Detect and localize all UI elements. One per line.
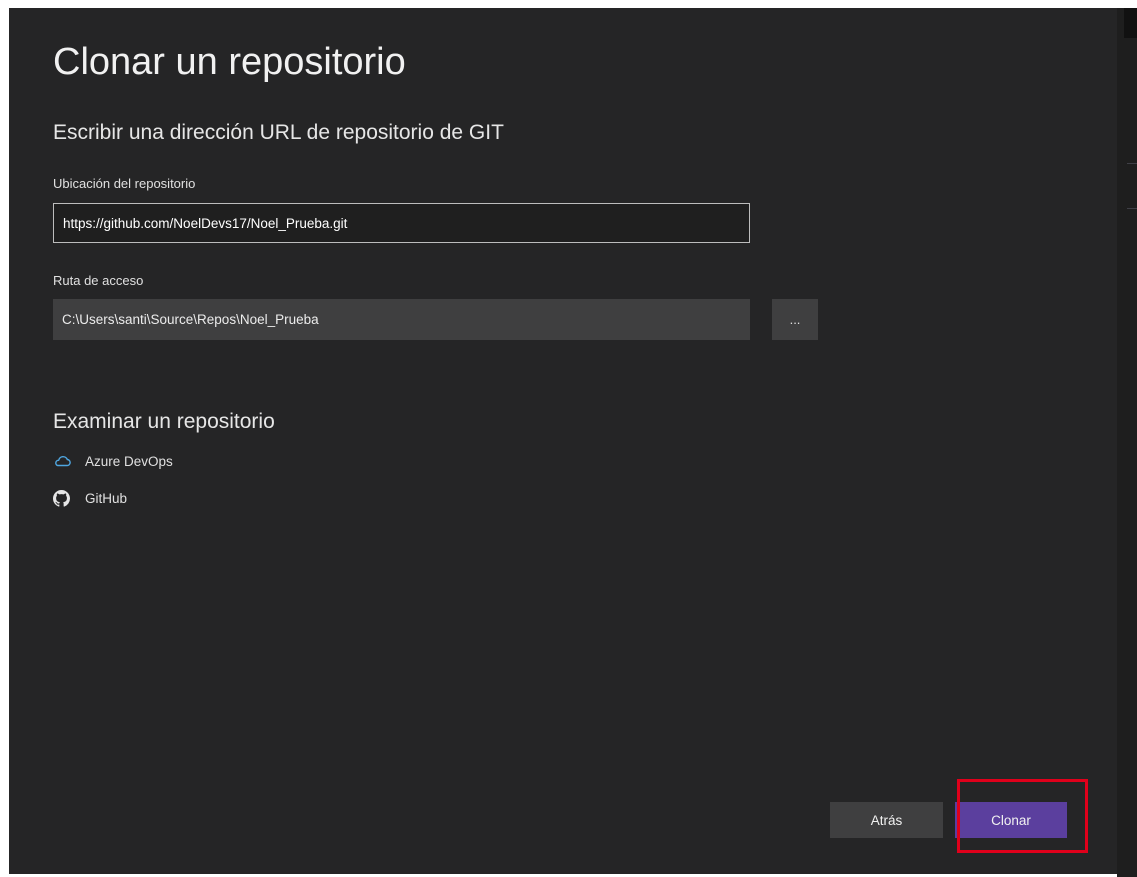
background-divider (1127, 163, 1137, 164)
background-divider (1127, 208, 1137, 209)
back-button[interactable]: Atrás (830, 802, 943, 838)
browse-path-button[interactable]: ... (772, 299, 818, 340)
browse-item-label: Azure DevOps (85, 453, 173, 469)
browse-item-label: GitHub (85, 490, 128, 506)
page-title: Clonar un repositorio (53, 41, 406, 83)
browse-item-github[interactable]: GitHub (53, 487, 127, 509)
clone-button[interactable]: Clonar (955, 802, 1067, 838)
background-window-block (1124, 8, 1137, 38)
github-icon (53, 489, 73, 507)
repo-url-input[interactable] (53, 203, 750, 243)
cloud-icon (53, 453, 73, 469)
background-window-edge (1117, 8, 1137, 877)
repo-location-label: Ubicación del repositorio (53, 176, 196, 191)
path-input[interactable] (53, 299, 750, 340)
browse-section-title: Examinar un repositorio (53, 410, 275, 433)
url-section-title: Escribir una dirección URL de repositori… (53, 121, 504, 144)
browse-item-azure-devops[interactable]: Azure DevOps (53, 450, 173, 472)
path-label: Ruta de acceso (53, 273, 144, 288)
